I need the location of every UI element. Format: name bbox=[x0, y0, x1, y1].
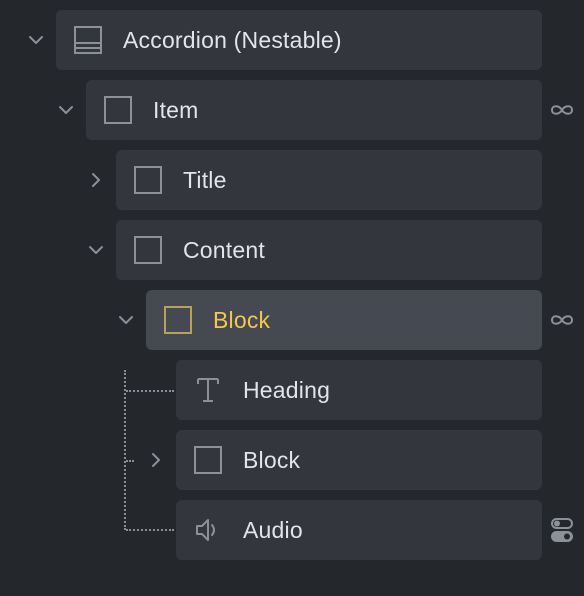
tree-row-block-nested: Block bbox=[0, 430, 542, 490]
square-outline-icon bbox=[161, 303, 195, 337]
tree-node-item[interactable]: Item bbox=[86, 80, 542, 140]
chevron-down-icon[interactable] bbox=[114, 308, 138, 332]
square-outline-icon bbox=[191, 443, 225, 477]
tree-row-content: Content bbox=[0, 220, 542, 280]
tree-node-label: Item bbox=[153, 96, 199, 123]
chevron-down-icon[interactable] bbox=[54, 98, 78, 122]
tree-node-title[interactable]: Title bbox=[116, 150, 542, 210]
tree-row-title: Title bbox=[0, 150, 542, 210]
speaker-icon bbox=[191, 513, 225, 547]
tree-node-accordion[interactable]: Accordion (Nestable) bbox=[56, 10, 542, 70]
text-t-icon bbox=[191, 373, 225, 407]
tree-row-item: Item bbox=[0, 80, 584, 140]
tree-node-block-nested[interactable]: Block bbox=[176, 430, 542, 490]
tree-row-heading: Heading bbox=[0, 360, 542, 420]
tree-node-block-selected[interactable]: Block bbox=[146, 290, 542, 350]
tree-row-audio: Audio bbox=[0, 500, 584, 560]
square-outline-icon bbox=[131, 163, 165, 197]
tree-node-label: Title bbox=[183, 166, 227, 193]
tree-node-label: Heading bbox=[243, 376, 331, 403]
tree-node-label: Content bbox=[183, 236, 265, 263]
tree-node-label: Block bbox=[213, 306, 271, 333]
tree-node-label: Block bbox=[243, 446, 301, 473]
structure-tree-panel: Accordion (Nestable) Item Title Content … bbox=[0, 0, 584, 596]
accordion-layout-icon bbox=[71, 23, 105, 57]
tree-row-accordion: Accordion (Nestable) bbox=[0, 10, 542, 70]
infinity-icon bbox=[548, 98, 576, 122]
square-outline-icon bbox=[101, 93, 135, 127]
chevron-down-icon[interactable] bbox=[84, 238, 108, 262]
tree-row-block-selected: Block bbox=[0, 290, 584, 350]
tree-node-label: Accordion (Nestable) bbox=[123, 26, 342, 53]
chevron-right-icon[interactable] bbox=[144, 448, 168, 472]
square-outline-icon bbox=[131, 233, 165, 267]
infinity-icon bbox=[548, 308, 576, 332]
tree-node-content[interactable]: Content bbox=[116, 220, 542, 280]
chevron-down-icon[interactable] bbox=[24, 28, 48, 52]
tree-node-heading[interactable]: Heading bbox=[176, 360, 542, 420]
tree-node-label: Audio bbox=[243, 516, 303, 543]
chevron-right-icon[interactable] bbox=[84, 168, 108, 192]
tree-node-audio[interactable]: Audio bbox=[176, 500, 542, 560]
toggles-icon[interactable] bbox=[550, 516, 574, 544]
